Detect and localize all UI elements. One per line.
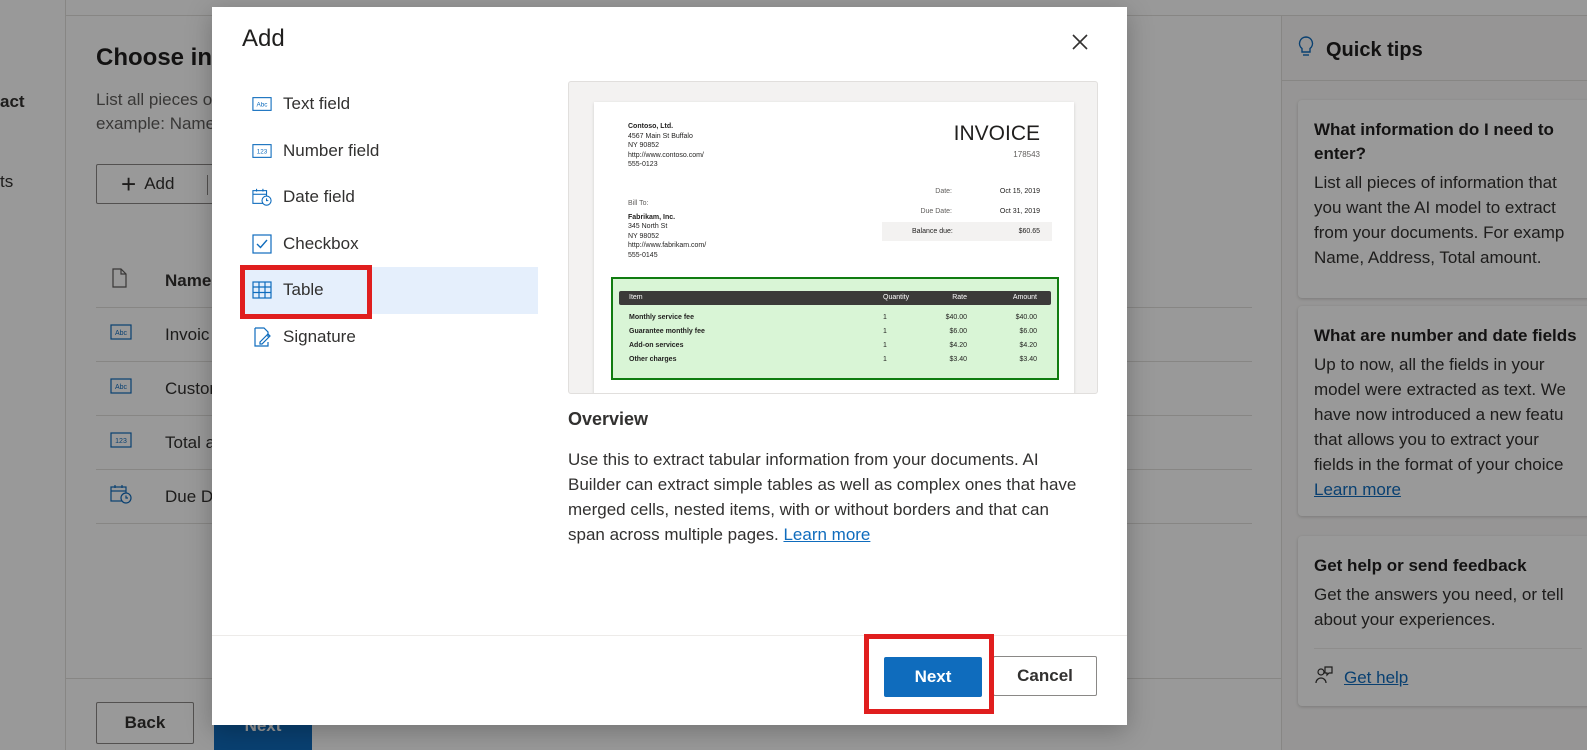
svg-text:123: 123 bbox=[257, 148, 268, 155]
invoice-text: 555-0123 bbox=[628, 161, 658, 168]
field-type-label: Date field bbox=[283, 187, 355, 207]
invoice-text: Oct 15, 2019 bbox=[999, 188, 1040, 195]
invoice-table-row: Other charges 1 $3.40 $3.40 bbox=[619, 353, 1051, 367]
invoice-bill-to: Bill To: Fabrikam, Inc. 345 North St NY … bbox=[628, 199, 706, 260]
invoice-cell: 1 bbox=[883, 356, 887, 363]
learn-more-link[interactable]: Learn more bbox=[783, 525, 870, 544]
overview-heading: Overview bbox=[568, 409, 649, 429]
invoice-column-header: Item bbox=[629, 294, 643, 301]
invoice-cell: 1 bbox=[883, 342, 887, 349]
invoice-column-header: Amount bbox=[1012, 294, 1037, 301]
invoice-due-row: Due Date: Oct 31, 2019 bbox=[882, 208, 1040, 215]
dialog-title: Add bbox=[242, 25, 285, 52]
field-type-label: Signature bbox=[283, 326, 356, 346]
cancel-button[interactable]: Cancel bbox=[993, 656, 1097, 696]
invoice-text: NY 90852 bbox=[628, 142, 660, 149]
invoice-text: 555-0145 bbox=[628, 251, 658, 259]
close-button[interactable] bbox=[1067, 31, 1093, 57]
invoice-text: Fabrikam, Inc. bbox=[628, 213, 676, 221]
invoice-cell: Add-on services bbox=[629, 342, 684, 349]
invoice-text: http://www.contoso.com/ bbox=[628, 151, 704, 159]
invoice-table-row: Guarantee monthly fee 1 $6.00 $6.00 bbox=[619, 325, 1051, 339]
invoice-cell: $3.40 bbox=[949, 356, 967, 363]
next-button[interactable]: Next bbox=[884, 657, 982, 697]
invoice-text: Bill To: bbox=[628, 200, 649, 207]
field-type-number[interactable]: 123 Number field bbox=[240, 128, 538, 175]
field-type-text[interactable]: Abc Text field bbox=[240, 81, 538, 128]
invoice-text: Contoso, Ltd. bbox=[628, 123, 674, 130]
field-type-signature[interactable]: Signature bbox=[240, 314, 538, 361]
invoice-cell: $4.20 bbox=[949, 342, 967, 349]
field-type-table[interactable]: Table bbox=[240, 267, 538, 314]
svg-text:Abc: Abc bbox=[257, 102, 269, 109]
invoice-text: $60.65 bbox=[1018, 228, 1040, 235]
table-icon bbox=[252, 280, 272, 300]
invoice-column-header: Rate bbox=[952, 294, 967, 301]
invoice-text: NY 98052 bbox=[628, 232, 660, 240]
invoice-balance-row: Balance due: $60.65 bbox=[882, 222, 1052, 241]
invoice-cell: 1 bbox=[883, 314, 887, 321]
invoice-cell: $40.00 bbox=[945, 314, 967, 321]
invoice-text: 345 North St bbox=[628, 223, 668, 230]
invoice-table-highlight: Item Quantity Rate Amount Monthly servic… bbox=[611, 277, 1059, 380]
close-icon bbox=[1071, 33, 1089, 56]
field-type-checkbox[interactable]: Checkbox bbox=[240, 221, 538, 268]
invoice-table-header: Item Quantity Rate Amount bbox=[619, 291, 1051, 305]
invoice-cell: Monthly service fee bbox=[629, 314, 694, 321]
dialog-footer-divider bbox=[212, 635, 1127, 636]
invoice-cell: $6.00 bbox=[1019, 328, 1037, 335]
field-type-label: Checkbox bbox=[283, 233, 359, 253]
invoice-text: Oct 31, 2019 bbox=[999, 208, 1040, 215]
field-type-list: Abc Text field 123 Number field Date fie… bbox=[240, 81, 538, 360]
invoice-cell: Other charges bbox=[629, 356, 677, 363]
invoice-table-row: Add-on services 1 $4.20 $4.20 bbox=[619, 339, 1051, 353]
invoice-date-row: Date: Oct 15, 2019 bbox=[882, 188, 1040, 195]
checkbox-icon bbox=[252, 234, 272, 254]
invoice-cell: $6.00 bbox=[949, 328, 967, 335]
field-type-label: Table bbox=[283, 280, 324, 300]
add-field-dialog: Add Abc Text field 123 Number field Date… bbox=[212, 7, 1127, 725]
invoice-text: 4567 Main St Buffalo bbox=[628, 132, 693, 140]
text-field-icon: Abc bbox=[252, 94, 272, 114]
invoice-text: Due Date: bbox=[920, 208, 952, 215]
table-preview: Contoso, Ltd. 4567 Main St Buffalo NY 90… bbox=[568, 81, 1098, 394]
field-type-date[interactable]: Date field bbox=[240, 174, 538, 221]
field-type-label: Number field bbox=[283, 140, 380, 160]
number-field-icon: 123 bbox=[252, 141, 272, 161]
invoice-column-header: Quantity bbox=[883, 294, 910, 301]
invoice-company-block: Contoso, Ltd. 4567 Main St Buffalo NY 90… bbox=[628, 122, 704, 170]
invoice-cell: $3.40 bbox=[1019, 356, 1037, 363]
invoice-text: http://www.fabrikam.com/ bbox=[628, 242, 707, 249]
signature-icon bbox=[252, 327, 272, 347]
invoice-heading: INVOICE bbox=[953, 122, 1040, 145]
invoice-text: Date: bbox=[935, 188, 952, 195]
invoice-text: Balance due: bbox=[912, 228, 953, 235]
invoice-cell: $4.20 bbox=[1019, 342, 1037, 349]
invoice-cell: 1 bbox=[883, 328, 887, 335]
invoice-cell: Guarantee monthly fee bbox=[629, 328, 705, 335]
sample-invoice-image: Contoso, Ltd. 4567 Main St Buffalo NY 90… bbox=[594, 102, 1074, 393]
overview-description: Use this to extract tabular information … bbox=[568, 447, 1090, 547]
date-field-icon bbox=[252, 187, 272, 207]
field-type-label: Text field bbox=[283, 94, 351, 114]
invoice-number: 178543 bbox=[1013, 150, 1040, 159]
invoice-cell: $40.00 bbox=[1015, 314, 1037, 321]
invoice-table-row: Monthly service fee 1 $40.00 $40.00 bbox=[619, 311, 1051, 325]
